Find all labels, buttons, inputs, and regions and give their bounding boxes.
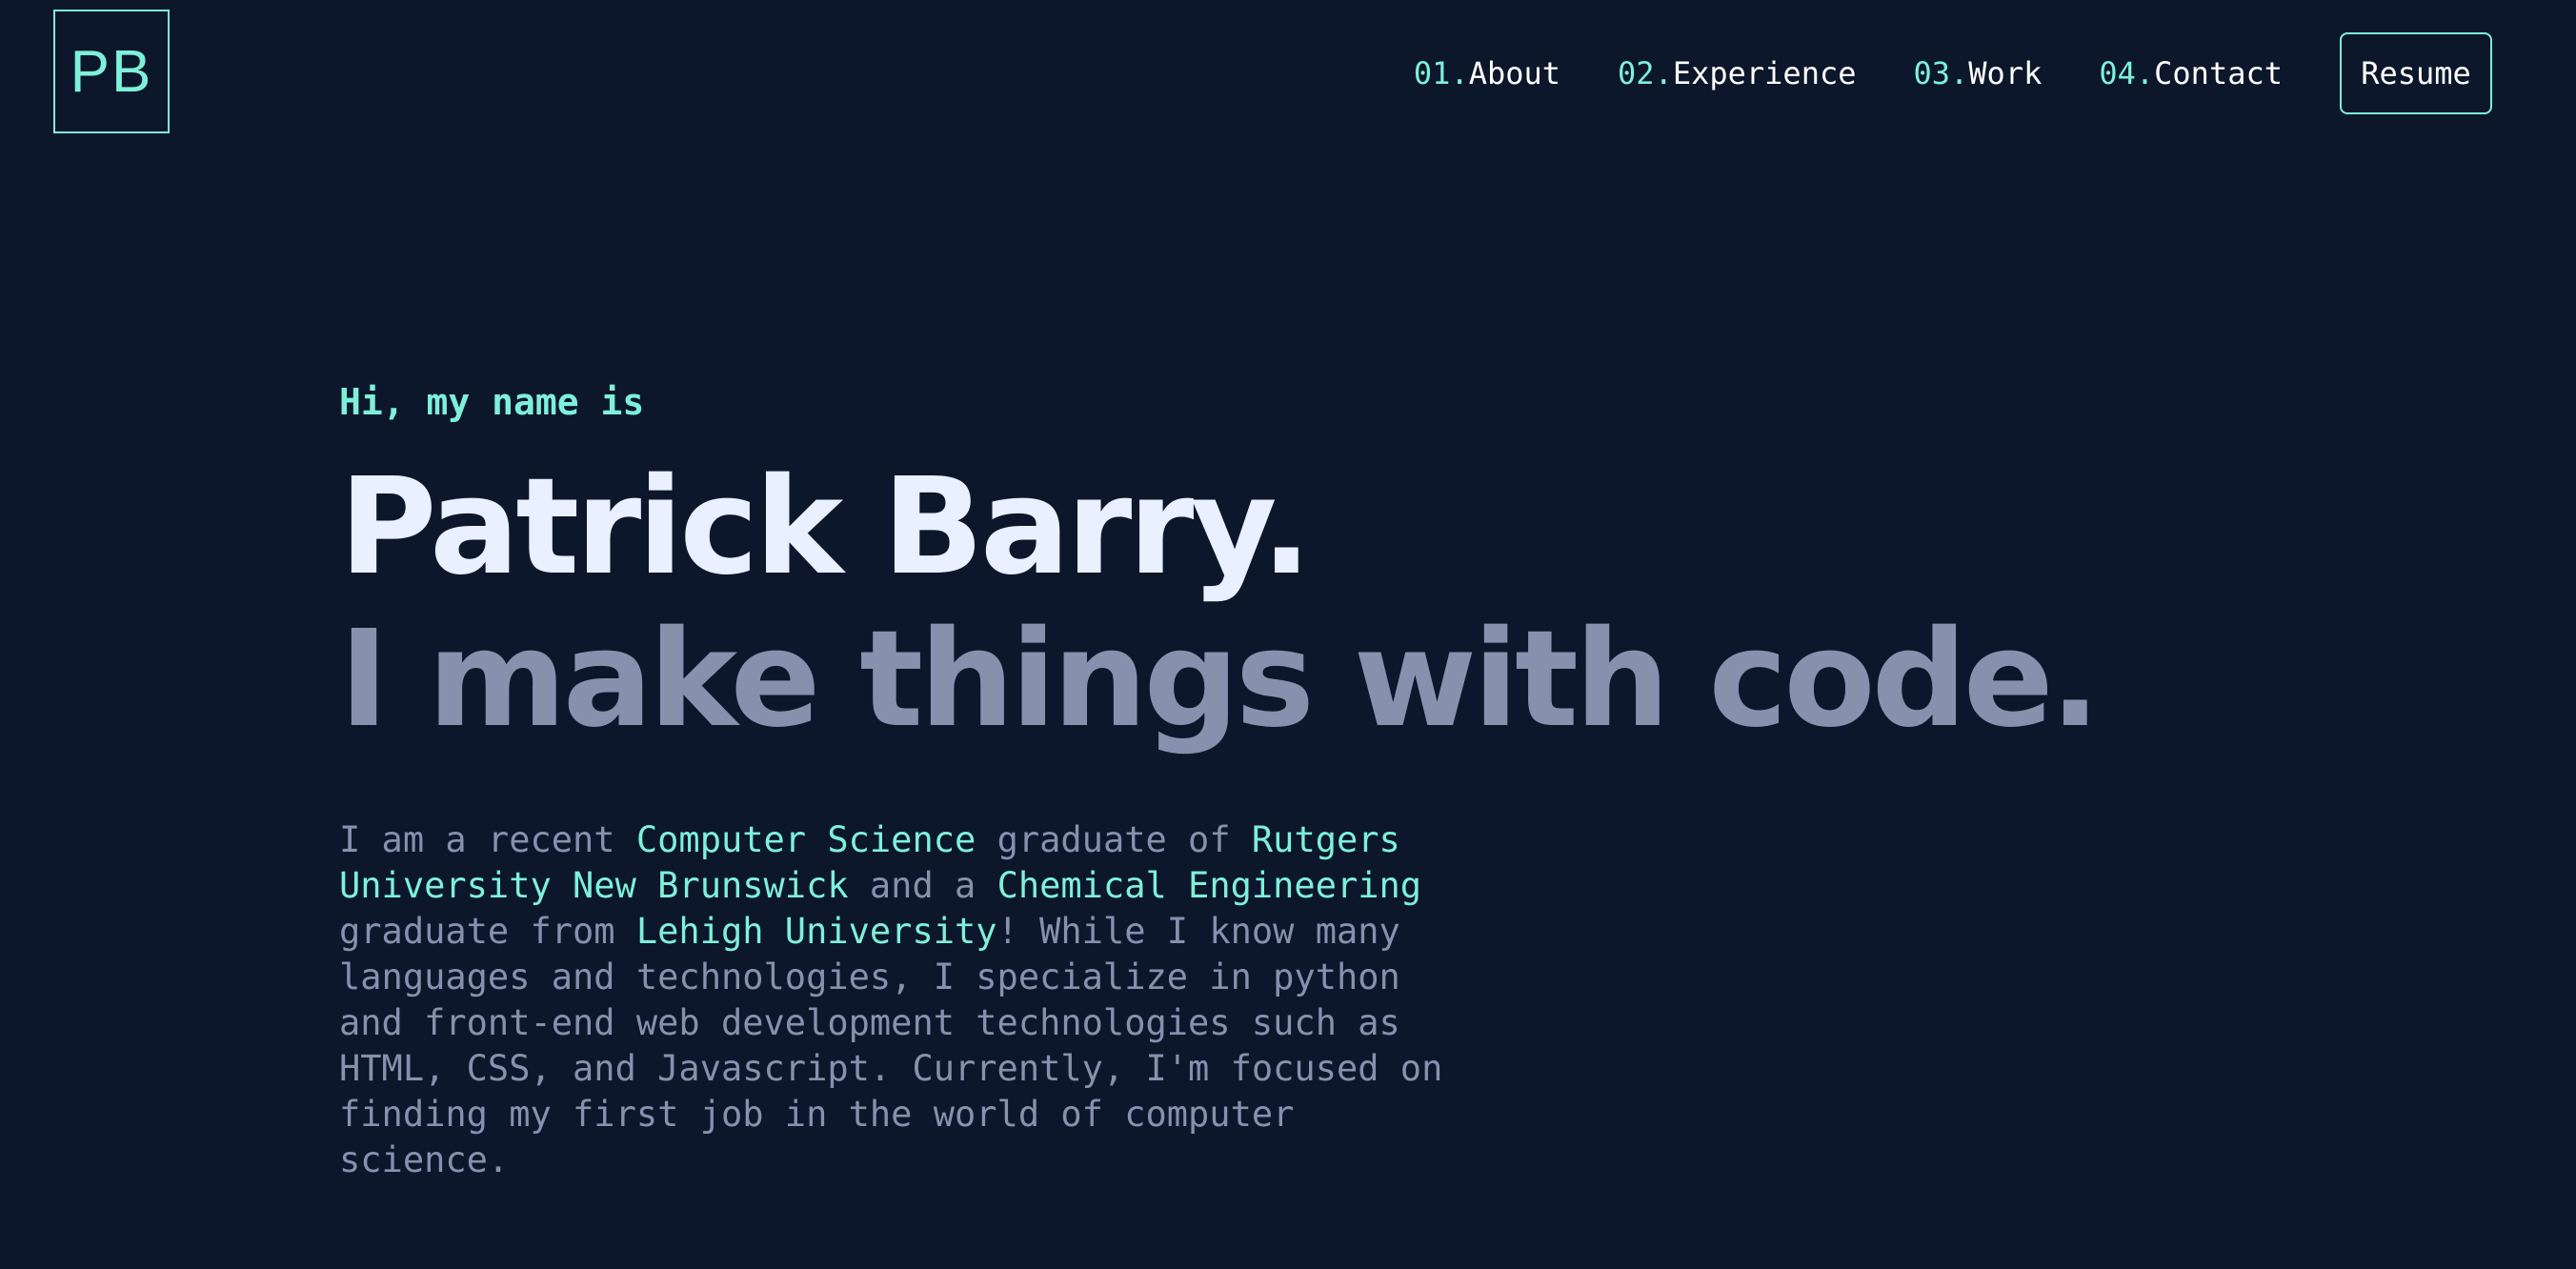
- bio-text: graduate of: [976, 819, 1252, 860]
- hero-section: Hi, my name is Patrick Barry. I make thi…: [339, 381, 2101, 1183]
- nav-item-label: Experience: [1672, 55, 1857, 91]
- nav-item-label: Contact: [2154, 55, 2283, 91]
- hero-bio: I am a recent Computer Science graduate …: [339, 817, 1482, 1183]
- hero-tagline: I make things with code.: [339, 602, 2101, 757]
- bio-text: graduate from: [339, 911, 636, 952]
- hero-name: Patrick Barry.: [339, 450, 1312, 605]
- bio-highlight-computer-science: Computer Science: [635, 819, 976, 860]
- nav-item-label: Work: [1968, 55, 2043, 91]
- bio-text: I am a recent: [339, 819, 636, 860]
- nav-item-experience[interactable]: 02. Experience: [1618, 55, 1856, 91]
- nav-item-number: 02.: [1618, 55, 1673, 91]
- nav-item-number: 04.: [2099, 55, 2155, 91]
- nav-item-number: 03.: [1913, 55, 1969, 91]
- logo[interactable]: PB: [53, 10, 170, 133]
- nav-item-label: About: [1468, 55, 1561, 91]
- greeting: Hi, my name is: [339, 381, 645, 423]
- resume-button[interactable]: Resume: [2340, 32, 2492, 114]
- top-nav: 01. About 02. Experience 03. Work 04. Co…: [1414, 32, 2492, 114]
- nav-item-work[interactable]: 03. Work: [1913, 55, 2042, 91]
- bio-highlight-chemical-engineering: Chemical Engineering: [996, 865, 1422, 906]
- nav-item-about[interactable]: 01. About: [1414, 55, 1560, 91]
- bio-highlight-lehigh: Lehigh University: [635, 911, 997, 952]
- nav-item-contact[interactable]: 04. Contact: [2099, 55, 2283, 91]
- bio-text: and a: [848, 865, 997, 906]
- nav-item-number: 01.: [1413, 55, 1469, 91]
